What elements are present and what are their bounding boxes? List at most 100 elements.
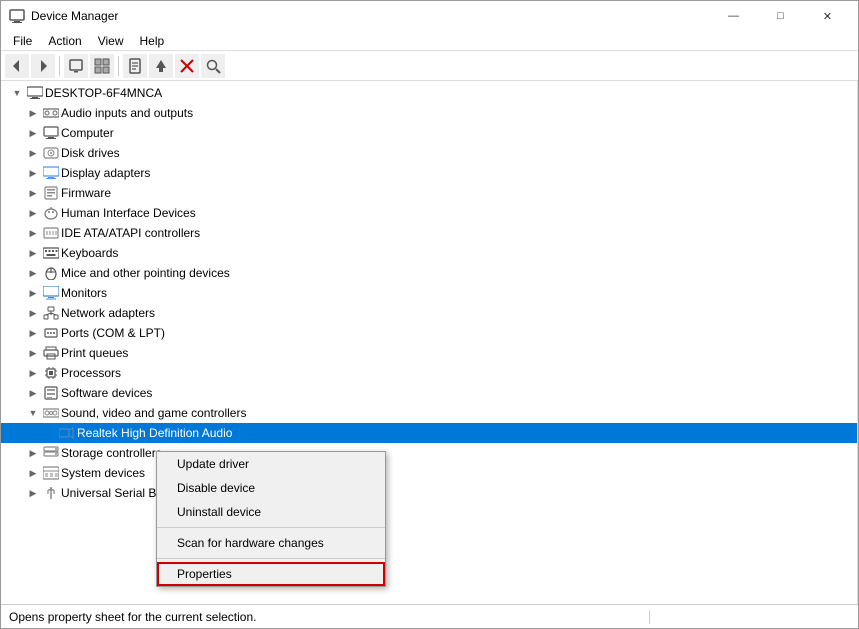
audio-icon [43,105,59,121]
context-properties[interactable]: Properties [157,562,385,586]
toolbar-show[interactable] [90,54,114,78]
device-tree[interactable]: ▼ DESKTOP-6F4MNCA ▶ Audio inputs and out… [1,81,858,604]
display-icon [43,165,59,181]
keyboard-icon [43,245,59,261]
tree-computer[interactable]: ▶ Computer [1,123,857,143]
tree-network[interactable]: ▶ Network adapters [1,303,857,323]
audio-toggle[interactable]: ▶ [25,105,41,121]
firmware-icon [43,185,59,201]
mouse-icon [43,265,59,281]
toolbar-back[interactable] [5,54,29,78]
tree-root[interactable]: ▼ DESKTOP-6F4MNCA [1,83,857,103]
computer-label: Computer [61,126,114,140]
root-toggle[interactable]: ▼ [9,85,25,101]
minimize-button[interactable]: — [711,1,756,31]
hid-toggle[interactable]: ▶ [25,205,41,221]
print-label: Print queues [61,346,128,360]
storage-toggle[interactable]: ▶ [25,445,41,461]
realtek-icon [59,425,75,441]
ide-icon [43,225,59,241]
sound-icon [43,405,59,421]
disk-label: Disk drives [61,146,120,160]
toolbar-properties[interactable] [123,54,147,78]
disk-toggle[interactable]: ▶ [25,145,41,161]
toolbar [1,51,858,81]
computer-icon [43,125,59,141]
ports-label: Ports (COM & LPT) [61,326,165,340]
storage-icon [43,445,59,461]
processors-toggle[interactable]: ▶ [25,365,41,381]
menu-action[interactable]: Action [40,32,89,50]
tree-realtek[interactable]: Realtek High Definition Audio [1,423,857,443]
network-icon [43,305,59,321]
toolbar-up[interactable] [64,54,88,78]
keyboard-label: Keyboards [61,246,118,260]
display-label: Display adapters [61,166,150,180]
context-disable-device[interactable]: Disable device [157,476,385,500]
close-button[interactable]: ✕ [805,1,850,31]
monitors-label: Monitors [61,286,107,300]
status-text: Opens property sheet for the current sel… [9,610,650,624]
audio-label: Audio inputs and outputs [61,106,193,120]
mouse-toggle[interactable]: ▶ [25,265,41,281]
keyboard-toggle[interactable]: ▶ [25,245,41,261]
context-update-driver[interactable]: Update driver [157,452,385,476]
tree-ide[interactable]: ▶ IDE ATA/ATAPI controllers [1,223,857,243]
print-toggle[interactable]: ▶ [25,345,41,361]
ports-toggle[interactable]: ▶ [25,325,41,341]
tree-monitors[interactable]: ▶ Monitors [1,283,857,303]
software-label: Software devices [61,386,152,400]
firmware-toggle[interactable]: ▶ [25,185,41,201]
ide-toggle[interactable]: ▶ [25,225,41,241]
status-bar: Opens property sheet for the current sel… [1,604,858,628]
tree-hid[interactable]: ▶ Human Interface Devices [1,203,857,223]
tree-software[interactable]: ▶ Software devices [1,383,857,403]
toolbar-sep-2 [118,56,119,76]
menu-view[interactable]: View [90,32,132,50]
root-label: DESKTOP-6F4MNCA [45,86,162,100]
tree-disk[interactable]: ▶ Disk drives [1,143,857,163]
tree-print[interactable]: ▶ Print queues [1,343,857,363]
toolbar-scan[interactable] [201,54,225,78]
menu-file[interactable]: File [5,32,40,50]
tree-audio[interactable]: ▶ Audio inputs and outputs [1,103,857,123]
tree-ports[interactable]: ▶ Ports (COM & LPT) [1,323,857,343]
software-icon [43,385,59,401]
context-uninstall-device[interactable]: Uninstall device [157,500,385,524]
display-toggle[interactable]: ▶ [25,165,41,181]
system-toggle[interactable]: ▶ [25,465,41,481]
context-sep-2 [157,558,385,559]
tree-storage[interactable]: ▶ Storage controllers [1,443,857,463]
menu-help[interactable]: Help [132,32,173,50]
mouse-label: Mice and other pointing devices [61,266,230,280]
network-toggle[interactable]: ▶ [25,305,41,321]
system-label: System devices [61,466,145,480]
usb-toggle[interactable]: ▶ [25,485,41,501]
tree-usb[interactable]: ▶ Universal Serial Bus controllers [1,483,857,503]
tree-display[interactable]: ▶ Display adapters [1,163,857,183]
root-icon [27,85,43,101]
sound-toggle[interactable]: ▼ [25,405,41,421]
monitors-toggle[interactable]: ▶ [25,285,41,301]
toolbar-update-driver[interactable] [149,54,173,78]
tree-system[interactable]: ▶ System devices [1,463,857,483]
maximize-button[interactable]: □ [758,1,803,31]
context-scan-hardware[interactable]: Scan for hardware changes [157,531,385,555]
tree-sound[interactable]: ▼ Sound, video and game controllers [1,403,857,423]
sound-label: Sound, video and game controllers [61,406,246,420]
hid-label: Human Interface Devices [61,206,196,220]
tree-processors[interactable]: ▶ Processors [1,363,857,383]
window-title: Device Manager [31,9,711,23]
ide-label: IDE ATA/ATAPI controllers [61,226,200,240]
tree-firmware[interactable]: ▶ Firmware [1,183,857,203]
toolbar-forward[interactable] [31,54,55,78]
monitor-icon [43,285,59,301]
tree-mouse[interactable]: ▶ Mice and other pointing devices [1,263,857,283]
system-icon [43,465,59,481]
toolbar-uninstall[interactable] [175,54,199,78]
tree-keyboard[interactable]: ▶ Keyboards [1,243,857,263]
title-bar: Device Manager — □ ✕ [1,1,858,31]
computer-toggle[interactable]: ▶ [25,125,41,141]
software-toggle[interactable]: ▶ [25,385,41,401]
firmware-label: Firmware [61,186,111,200]
